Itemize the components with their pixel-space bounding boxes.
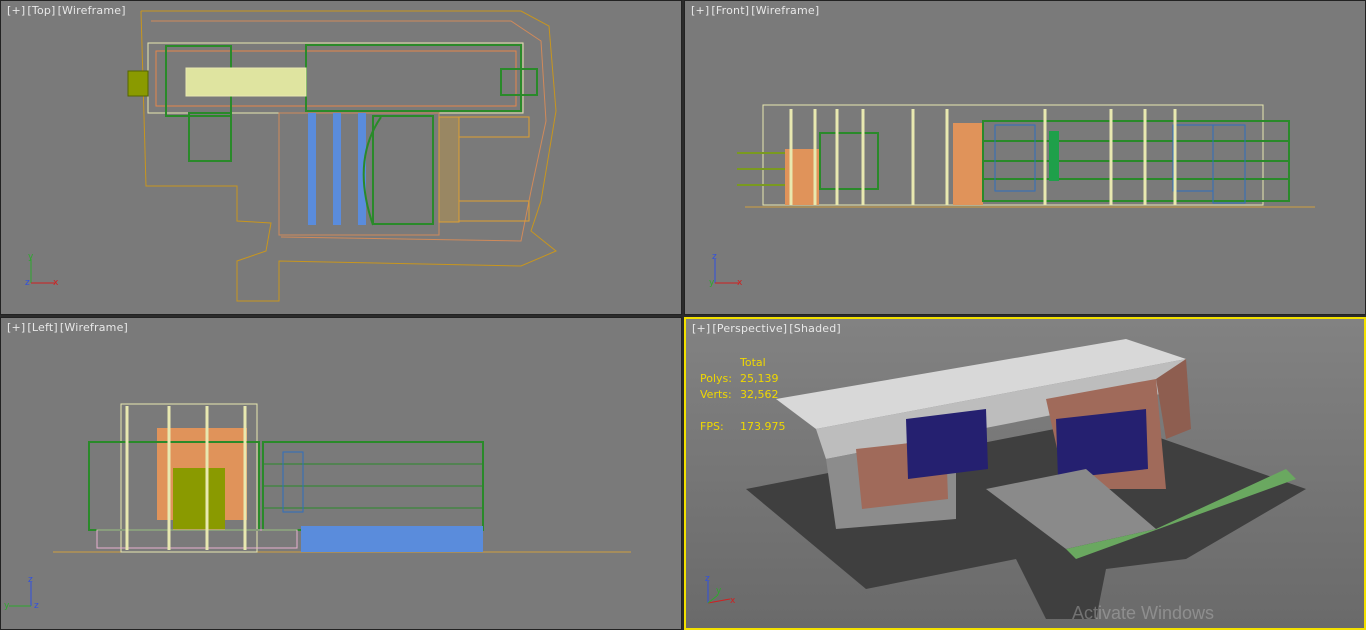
- top-view-wireframe: [127, 10, 557, 302]
- axis-y-label: y: [709, 278, 715, 288]
- axis-gizmo-left: z y z: [3, 574, 43, 614]
- axis-z-label: z: [25, 278, 30, 288]
- axis-gizmo-top: y z x: [23, 251, 63, 291]
- activate-windows-watermark: Activate Windows: [1071, 603, 1214, 623]
- front-view-wireframe: [737, 104, 1315, 208]
- axis-z-label: z: [712, 252, 717, 262]
- axis-y-label: y: [716, 586, 722, 596]
- viewport-perspective[interactable]: [+] [Perspective] [Shaded] Total Polys: 25,…: [684, 317, 1366, 630]
- left-view-wireframe: [53, 403, 631, 553]
- axis-gizmo-perspective: z y x: [698, 573, 738, 613]
- viewport-left[interactable]: [+] [Left] [Wireframe] z y z: [0, 317, 682, 630]
- axis-z2-label: z: [34, 601, 39, 611]
- axis-x-label: x: [53, 278, 59, 288]
- axis-gizmo-front: z y x: [707, 251, 747, 291]
- axis-y-label: y: [4, 601, 10, 611]
- viewport-front[interactable]: [+] [Front] [Wireframe] z y x: [684, 0, 1366, 315]
- viewport-top[interactable]: [+] [Top] [Wireframe] y z x: [0, 0, 682, 315]
- axis-y-label: y: [28, 252, 34, 262]
- perspective-shaded-model: [746, 339, 1306, 619]
- axis-z-label: z: [28, 575, 33, 585]
- axis-x-label: x: [737, 278, 743, 288]
- axis-x-label: x: [730, 596, 736, 606]
- axis-z-label: z: [705, 574, 710, 584]
